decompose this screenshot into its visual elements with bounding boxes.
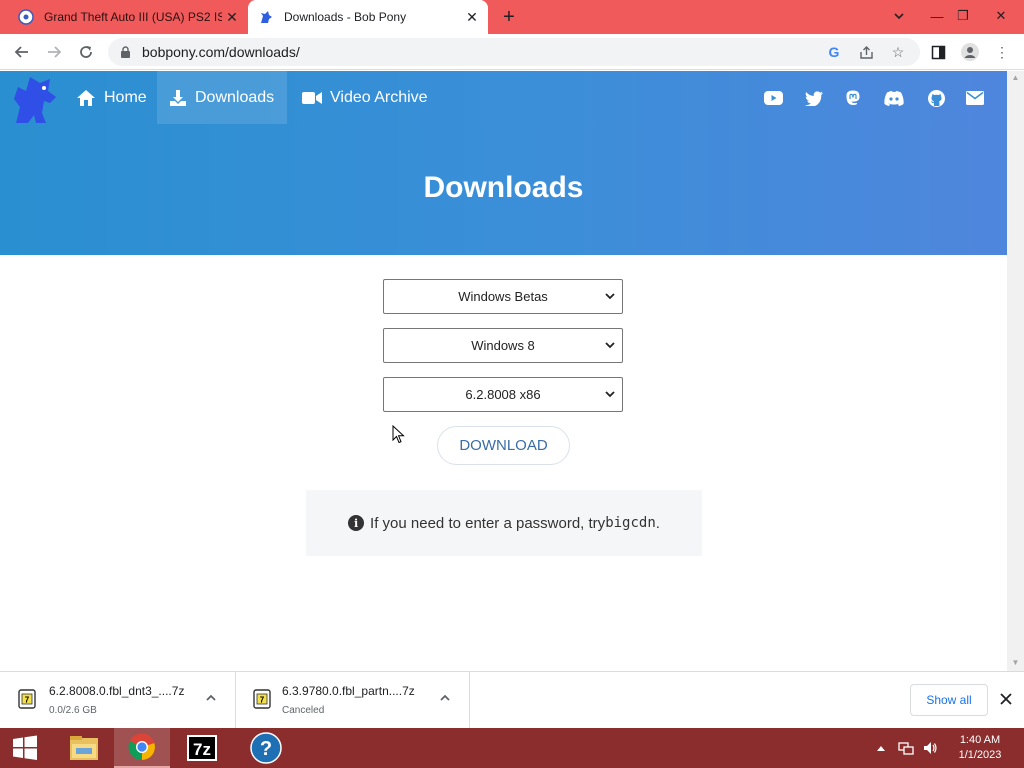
tab-downloads[interactable]: Downloads - Bob Pony ✕ bbox=[248, 0, 488, 34]
file-explorer-icon[interactable] bbox=[56, 728, 112, 768]
windows-taskbar: 7z ? 1:40 AM 1/1/2023 bbox=[0, 728, 1024, 768]
close-icon[interactable]: ✕ bbox=[222, 7, 242, 27]
build-select[interactable]: 6.2.8008 x86 bbox=[383, 377, 623, 412]
bobpony-logo[interactable] bbox=[10, 73, 60, 125]
download-item[interactable]: 7 6.2.8008.0.fbl_dnt3_....7z 0.0/2.6 GB bbox=[0, 672, 236, 729]
svg-text:?: ? bbox=[260, 738, 272, 760]
info-icon: i bbox=[348, 515, 365, 531]
tab-gta3[interactable]: Grand Theft Auto III (USA) PS2 IS ✕ bbox=[8, 0, 248, 34]
reload-button[interactable] bbox=[74, 40, 98, 64]
page-title: Downloads bbox=[423, 171, 584, 204]
download-icon bbox=[169, 89, 187, 107]
show-all-button[interactable]: Show all bbox=[910, 684, 988, 716]
bobpony-logo-icon bbox=[258, 9, 274, 25]
tab-strip: Grand Theft Auto III (USA) PS2 IS ✕ Down… bbox=[0, 0, 1024, 34]
github-icon[interactable] bbox=[925, 87, 947, 109]
close-icon[interactable] bbox=[997, 690, 1015, 708]
clock-time: 1:40 AM bbox=[959, 734, 1001, 746]
nav-label: Downloads bbox=[195, 88, 275, 106]
close-icon[interactable]: ✕ bbox=[462, 7, 482, 27]
download-shelf: 7 6.2.8008.0.fbl_dnt3_....7z 0.0/2.6 GB … bbox=[0, 671, 1024, 729]
network-icon[interactable] bbox=[895, 728, 917, 768]
7z-file-icon: 7 bbox=[253, 689, 271, 709]
home-icon bbox=[76, 89, 96, 107]
browser-toolbar: bobpony.com/downloads/ G ☆ ⋮ bbox=[0, 34, 1024, 70]
mouse-cursor-icon bbox=[392, 425, 405, 444]
discord-icon[interactable] bbox=[883, 87, 905, 109]
system-clock[interactable]: 1:40 AM 1/1/2023 bbox=[946, 733, 1014, 763]
nav-label: Video Archive bbox=[330, 88, 428, 106]
site-nav: Home Downloads Video Archive bbox=[0, 71, 1007, 124]
notice-password: bigcdn bbox=[605, 515, 656, 531]
chevron-up-icon[interactable] bbox=[439, 692, 451, 704]
nav-downloads[interactable]: Downloads bbox=[157, 71, 287, 124]
svg-text:7: 7 bbox=[25, 696, 30, 705]
bookmark-star-icon[interactable]: ☆ bbox=[886, 40, 910, 64]
back-button[interactable] bbox=[10, 40, 34, 64]
tab-title: Downloads - Bob Pony bbox=[284, 10, 407, 24]
scroll-up-icon[interactable]: ▲ bbox=[1011, 73, 1020, 82]
page-scrollbar[interactable]: ▲ ▼ bbox=[1007, 71, 1024, 671]
twitter-icon[interactable] bbox=[803, 87, 825, 109]
chevron-down-icon bbox=[605, 293, 615, 300]
nav-home[interactable]: Home bbox=[64, 71, 159, 124]
tab-search-chevron-icon[interactable] bbox=[886, 5, 912, 27]
page-viewport: Home Downloads Video Archive Downloads W… bbox=[0, 71, 1024, 671]
share-icon[interactable] bbox=[854, 40, 878, 64]
svg-text:7: 7 bbox=[260, 696, 265, 705]
help-icon[interactable]: ? bbox=[238, 728, 294, 768]
url-text: bobpony.com/downloads/ bbox=[142, 44, 300, 60]
close-window-button[interactable]: ✕ bbox=[988, 5, 1014, 27]
select-value: Windows Betas bbox=[458, 289, 548, 304]
version-select[interactable]: Windows 8 bbox=[383, 328, 623, 363]
profile-avatar-icon[interactable] bbox=[958, 40, 982, 64]
nav-label: Home bbox=[104, 88, 147, 106]
forward-button[interactable] bbox=[42, 40, 66, 64]
side-panel-icon[interactable] bbox=[926, 40, 950, 64]
notice-text: If you need to enter a password, try bbox=[370, 514, 606, 532]
7zip-icon[interactable]: 7z bbox=[174, 728, 230, 768]
download-filename: 6.3.9780.0.fbl_partn....7z bbox=[282, 684, 415, 698]
category-select[interactable]: Windows Betas bbox=[383, 279, 623, 314]
nav-video-archive[interactable]: Video Archive bbox=[290, 71, 440, 124]
download-item[interactable]: 7 6.3.9780.0.fbl_partn....7z Canceled bbox=[236, 672, 470, 729]
chevron-up-icon[interactable] bbox=[205, 692, 217, 704]
restore-button[interactable]: ❐ bbox=[950, 5, 976, 27]
svg-text:7z: 7z bbox=[193, 740, 211, 759]
site-header: Home Downloads Video Archive Downloads bbox=[0, 71, 1007, 255]
new-tab-button[interactable]: + bbox=[498, 7, 520, 29]
download-status: Canceled bbox=[282, 705, 325, 716]
address-bar[interactable]: bobpony.com/downloads/ bbox=[108, 38, 920, 66]
7z-file-icon: 7 bbox=[18, 689, 36, 709]
notice-end: . bbox=[655, 514, 660, 532]
download-filename: 6.2.8008.0.fbl_dnt3_....7z bbox=[49, 684, 185, 698]
mastodon-icon[interactable] bbox=[842, 87, 864, 109]
password-notice: i If you need to enter a password, try b… bbox=[306, 490, 702, 556]
disc-icon bbox=[18, 9, 34, 25]
tab-title: Grand Theft Auto III (USA) PS2 IS bbox=[44, 10, 222, 24]
start-icon[interactable] bbox=[0, 728, 50, 768]
menu-kebab-icon[interactable]: ⋮ bbox=[990, 40, 1014, 64]
chevron-down-icon bbox=[605, 342, 615, 349]
download-button[interactable]: DOWNLOAD bbox=[437, 426, 570, 465]
minimize-button[interactable]: — bbox=[924, 5, 950, 27]
lock-icon bbox=[120, 45, 134, 59]
scroll-down-icon[interactable]: ▼ bbox=[1011, 658, 1020, 667]
video-camera-icon bbox=[302, 91, 322, 105]
volume-icon[interactable] bbox=[919, 728, 941, 768]
google-icon[interactable]: G bbox=[822, 40, 846, 64]
chrome-icon[interactable] bbox=[114, 728, 170, 768]
select-value: 6.2.8008 x86 bbox=[465, 387, 541, 402]
download-status: 0.0/2.6 GB bbox=[49, 705, 97, 716]
tray-overflow-icon[interactable] bbox=[872, 728, 890, 768]
clock-date: 1/1/2023 bbox=[958, 749, 1002, 761]
youtube-icon[interactable] bbox=[762, 87, 784, 109]
select-value: Windows 8 bbox=[471, 338, 535, 353]
chevron-down-icon bbox=[605, 391, 615, 398]
email-icon[interactable] bbox=[964, 87, 986, 109]
